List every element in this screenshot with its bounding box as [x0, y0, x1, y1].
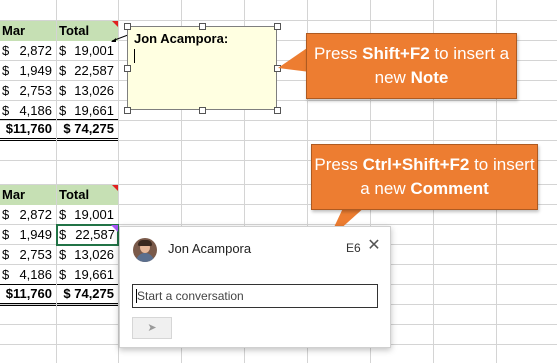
avatar — [133, 238, 157, 262]
cell-total-total[interactable]: $ 74,275 — [57, 284, 118, 306]
cell-mar[interactable]: $1,949 — [0, 225, 56, 245]
cell-total-mar[interactable]: $11,760 — [0, 119, 56, 141]
send-icon: ➤ — [147, 322, 157, 334]
header-total[interactable]: Total — [57, 185, 118, 205]
cell-total-total[interactable]: $ 74,275 — [57, 119, 118, 141]
comment-author: Jon Acampora — [168, 241, 252, 256]
cell-mar[interactable]: $1,949 — [0, 61, 56, 81]
selected-cell[interactable]: $22,587 — [56, 224, 119, 246]
header-mar[interactable]: Mar — [0, 21, 56, 41]
close-icon[interactable]: ✕ — [366, 236, 382, 256]
cell-total-mar[interactable]: $11,760 — [0, 284, 56, 306]
note-indicator-icon — [112, 185, 118, 191]
cell-mar[interactable]: $2,753 — [0, 245, 56, 265]
cell-total[interactable]: $13,026 — [57, 81, 118, 101]
cell-total[interactable]: $19,001 — [57, 205, 118, 225]
resize-handle[interactable] — [199, 107, 206, 114]
comment-panel: Jon Acampora E6 ✕ Start a conversation ➤ — [119, 226, 391, 348]
cell-total[interactable]: $19,661 — [57, 265, 118, 285]
cell-total[interactable]: $19,001 — [57, 41, 118, 61]
cell-mar[interactable]: $4,186 — [0, 265, 56, 285]
text-caret — [134, 49, 135, 63]
comment-indicator-icon — [111, 225, 118, 232]
callout-comment-shortcut: Press Ctrl+Shift+F2 to insert a new Comm… — [311, 144, 538, 210]
resize-handle[interactable] — [124, 107, 131, 114]
text-caret — [136, 289, 137, 303]
cell-mar[interactable]: $2,872 — [0, 41, 56, 61]
cell-total[interactable]: $19,661 — [57, 101, 118, 121]
comment-input[interactable]: Start a conversation — [132, 284, 378, 308]
cell-total[interactable]: $13,026 — [57, 245, 118, 265]
note-indicator-icon — [112, 21, 118, 27]
note-author: Jon Acampora: — [134, 31, 229, 46]
resize-handle[interactable] — [124, 65, 131, 72]
cell-mar[interactable]: $2,753 — [0, 81, 56, 101]
resize-handle[interactable] — [274, 23, 281, 30]
cell-mar[interactable]: $2,872 — [0, 205, 56, 225]
resize-handle[interactable] — [124, 23, 131, 30]
resize-handle[interactable] — [199, 23, 206, 30]
send-button[interactable]: ➤ — [132, 317, 172, 339]
note-box[interactable]: Jon Acampora: — [127, 26, 277, 110]
header-total[interactable]: Total — [57, 21, 118, 41]
cell-reference: E6 — [346, 241, 361, 255]
cell-mar[interactable]: $4,186 — [0, 101, 56, 121]
callout-note-shortcut: Press Shift+F2 to insert a new Note — [306, 33, 517, 99]
resize-handle[interactable] — [274, 107, 281, 114]
cell-total[interactable]: $22,587 — [57, 61, 118, 81]
callout-pointer — [278, 46, 310, 72]
header-mar[interactable]: Mar — [0, 185, 56, 205]
